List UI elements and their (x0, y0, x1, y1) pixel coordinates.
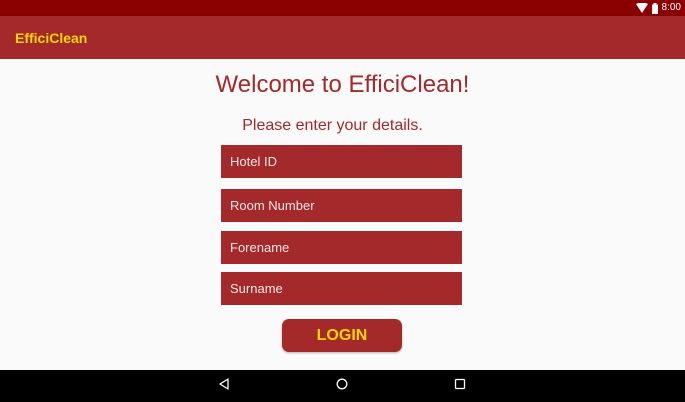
recents-icon (454, 377, 466, 395)
back-icon (218, 377, 230, 395)
wifi-icon (635, 3, 648, 13)
forename-input[interactable] (221, 231, 462, 264)
login-form: Welcome to EfficiClean! Please enter you… (0, 59, 685, 370)
status-icons: 8:00 (635, 2, 681, 14)
welcome-title: Welcome to EfficiClean! (215, 71, 470, 98)
recents-button[interactable] (450, 376, 470, 396)
back-button[interactable] (214, 376, 234, 396)
home-button[interactable] (332, 376, 352, 396)
battery-icon (651, 2, 658, 14)
instructions-text: Please enter your details. (242, 117, 423, 134)
status-bar: 8:00 (0, 0, 685, 16)
login-button[interactable]: LOGIN (282, 319, 402, 352)
hotel-id-input[interactable] (221, 145, 462, 178)
app-bar: EfficiClean (0, 16, 685, 59)
app-title: EfficiClean (15, 30, 88, 46)
app-screen: 8:00 EfficiClean Welcome to EfficiClean!… (0, 0, 685, 402)
navigation-bar (0, 370, 685, 402)
home-icon (336, 377, 348, 395)
room-number-input[interactable] (221, 189, 462, 222)
surname-input[interactable] (221, 272, 462, 305)
status-time: 8:00 (661, 2, 681, 13)
